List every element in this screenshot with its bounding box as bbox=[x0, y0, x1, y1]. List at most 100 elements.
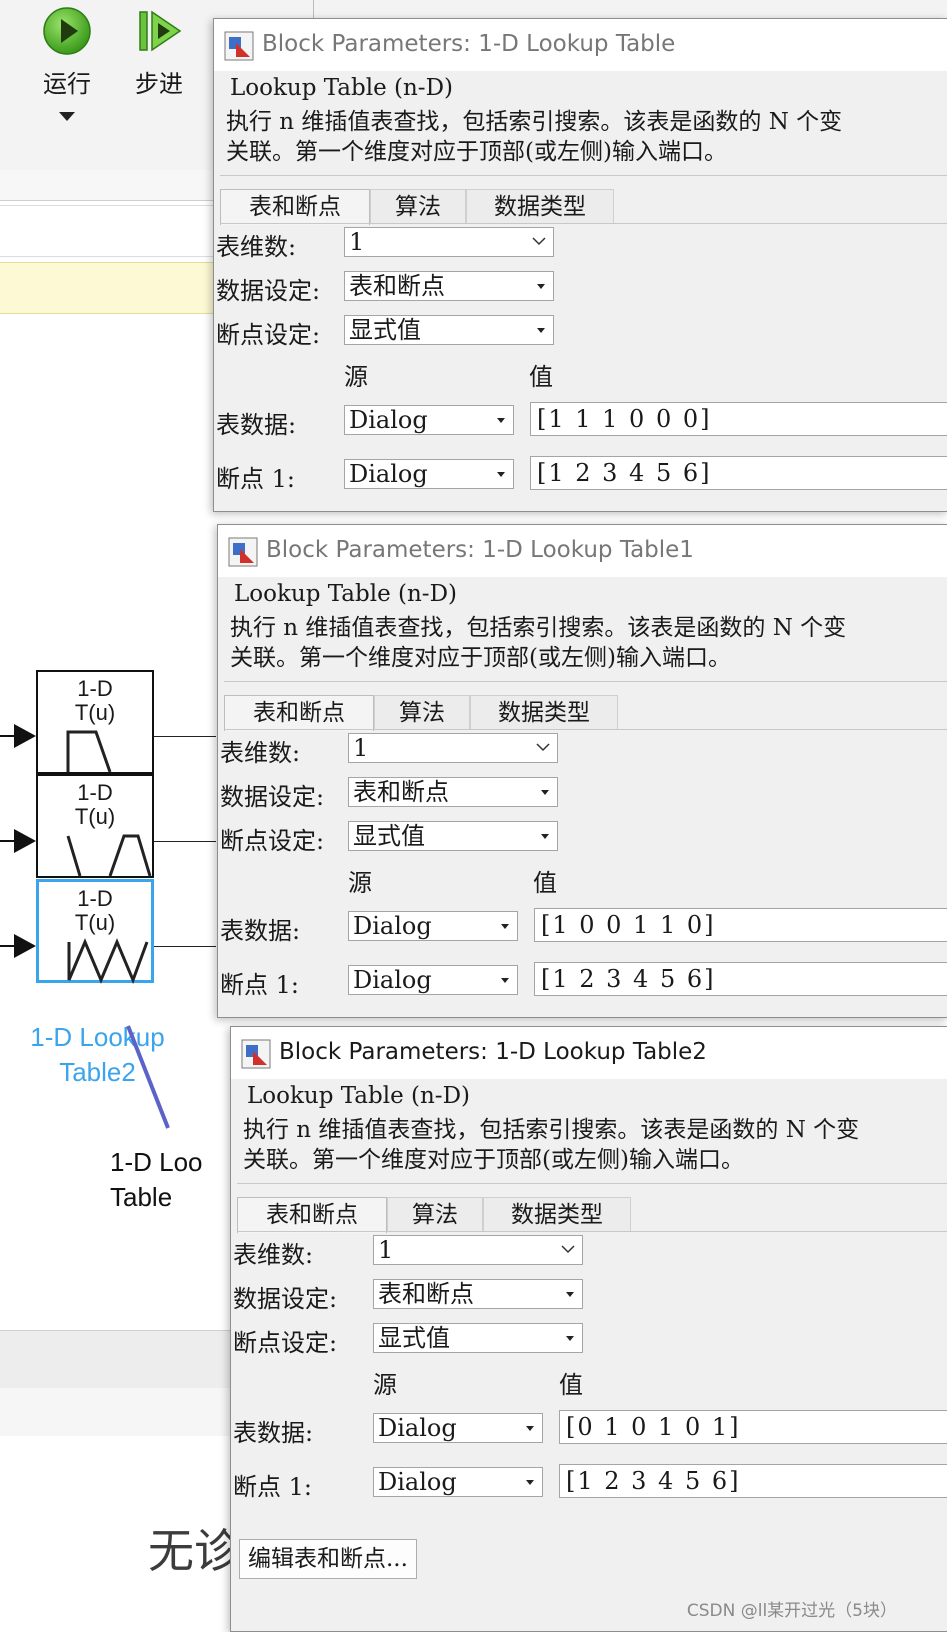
dropdown-caret-icon bbox=[566, 1292, 574, 1297]
block-params-icon bbox=[224, 31, 254, 61]
tab-data-types[interactable]: 数据类型 bbox=[466, 189, 614, 223]
data-spec-select[interactable]: 表和断点 bbox=[344, 271, 554, 301]
chevron-down-icon bbox=[561, 1245, 575, 1254]
breakpoints-input[interactable]: [1 2 3 4 5 6] bbox=[534, 962, 947, 996]
column-source-header: 源 bbox=[373, 1371, 397, 1399]
breakpoints-source-select[interactable]: Dialog bbox=[373, 1467, 543, 1497]
table-dims-label: 表维数: bbox=[233, 1241, 314, 1269]
group-title: Lookup Table (n-D) bbox=[234, 581, 457, 607]
data-spec-label: 数据设定: bbox=[233, 1285, 338, 1313]
description-line: 执行 n 维插值表查找，包括索引搜索。该表是函数的 N 个变 bbox=[243, 1117, 860, 1143]
dialog-title: Block Parameters: 1-D Lookup Table2 bbox=[279, 1039, 707, 1065]
table-data-input[interactable]: [1 1 1 0 0 0] bbox=[530, 402, 947, 436]
chevron-down-icon bbox=[536, 743, 550, 752]
tab-panel bbox=[220, 223, 947, 224]
table-data-input[interactable]: [0 1 0 1 0 1] bbox=[559, 1410, 947, 1444]
bp-spec-label: 断点设定: bbox=[220, 827, 325, 855]
description-line: 关联。第一个维度对应于顶部(或左侧)输入端口。 bbox=[226, 139, 727, 165]
tab-table-breakpoints[interactable]: 表和断点 bbox=[220, 189, 370, 225]
dropdown-caret-icon bbox=[566, 1336, 574, 1341]
divider bbox=[220, 175, 947, 176]
tab-panel bbox=[237, 1231, 947, 1232]
description-line: 关联。第一个维度对应于顶部(或左侧)输入端口。 bbox=[230, 645, 731, 671]
bp-spec-select[interactable]: 显式值 bbox=[373, 1323, 583, 1353]
tab-algorithm[interactable]: 算法 bbox=[387, 1197, 483, 1231]
group-title: Lookup Table (n-D) bbox=[247, 1083, 470, 1109]
description-line: 执行 n 维插值表查找，包括索引搜索。该表是函数的 N 个变 bbox=[226, 109, 843, 135]
chevron-down-icon bbox=[532, 237, 546, 246]
data-spec-label: 数据设定: bbox=[216, 277, 321, 305]
breakpoints-label: 断点 1: bbox=[220, 971, 299, 999]
tab-data-types[interactable]: 数据类型 bbox=[470, 695, 618, 729]
table-data-input[interactable]: [1 0 0 1 1 0] bbox=[534, 908, 947, 942]
bp-spec-select[interactable]: 显式值 bbox=[344, 315, 554, 345]
dialog-title: Block Parameters: 1-D Lookup Table bbox=[262, 31, 676, 57]
edit-table-breakpoints-button[interactable]: 编辑表和断点... bbox=[239, 1539, 417, 1579]
table-data-label: 表数据: bbox=[233, 1419, 314, 1447]
bp-spec-label: 断点设定: bbox=[216, 321, 321, 349]
tab-table-breakpoints[interactable]: 表和断点 bbox=[224, 695, 374, 731]
dropdown-caret-icon bbox=[526, 1426, 534, 1431]
breakpoints-input[interactable]: [1 2 3 4 5 6] bbox=[530, 456, 947, 490]
table-data-source-select[interactable]: Dialog bbox=[348, 911, 518, 941]
dialog-title: Block Parameters: 1-D Lookup Table1 bbox=[266, 537, 694, 563]
tab-bar: 表和断点 算法 数据类型 bbox=[237, 1197, 637, 1233]
status-panel-body bbox=[0, 1388, 230, 1436]
watermark: CSDN @ll某开过光（5块） bbox=[686, 1601, 897, 1621]
breakpoints-source-select[interactable]: Dialog bbox=[348, 965, 518, 995]
tab-table-breakpoints[interactable]: 表和断点 bbox=[237, 1197, 387, 1233]
table-data-label: 表数据: bbox=[216, 411, 297, 439]
table-data-source-select[interactable]: Dialog bbox=[344, 405, 514, 435]
table-data-label: 表数据: bbox=[220, 917, 301, 945]
annotation-line bbox=[126, 1025, 170, 1129]
tab-algorithm[interactable]: 算法 bbox=[374, 695, 470, 729]
bp-spec-select[interactable]: 显式值 bbox=[348, 821, 558, 851]
column-value-header: 值 bbox=[559, 1371, 583, 1399]
status-panel bbox=[0, 1330, 230, 1389]
dropdown-caret-icon bbox=[537, 284, 545, 289]
breakpoints-label: 断点 1: bbox=[216, 465, 295, 493]
block-parameters-dialog-active[interactable]: Block Parameters: 1-D Lookup Table2 Look… bbox=[230, 1026, 947, 1632]
column-value-header: 值 bbox=[533, 869, 557, 897]
divider bbox=[224, 681, 947, 682]
data-spec-label: 数据设定: bbox=[220, 783, 325, 811]
block-name[interactable]: 1-D Loo Table bbox=[110, 1145, 230, 1215]
column-value-header: 值 bbox=[529, 363, 553, 391]
tab-algorithm[interactable]: 算法 bbox=[370, 189, 466, 223]
description-line: 执行 n 维插值表查找，包括索引搜索。该表是函数的 N 个变 bbox=[230, 615, 847, 641]
dropdown-caret-icon bbox=[501, 978, 509, 983]
tab-bar: 表和断点 算法 数据类型 bbox=[220, 189, 620, 225]
description-line: 关联。第一个维度对应于顶部(或左侧)输入端口。 bbox=[243, 1147, 744, 1173]
tab-bar: 表和断点 算法 数据类型 bbox=[224, 695, 624, 731]
block-parameters-dialog[interactable]: Block Parameters: 1-D Lookup Table Looku… bbox=[213, 18, 947, 512]
dialog-titlebar[interactable]: Block Parameters: 1-D Lookup Table1 bbox=[218, 525, 947, 577]
dropdown-caret-icon bbox=[497, 418, 505, 423]
group-title: Lookup Table (n-D) bbox=[230, 75, 453, 101]
data-spec-select[interactable]: 表和断点 bbox=[348, 777, 558, 807]
block-params-icon bbox=[228, 537, 258, 567]
table-dims-select[interactable]: 1 bbox=[373, 1235, 583, 1265]
table-dims-label: 表维数: bbox=[220, 739, 301, 767]
breakpoints-source-select[interactable]: Dialog bbox=[344, 459, 514, 489]
table-dims-select[interactable]: 1 bbox=[344, 227, 554, 257]
tab-panel bbox=[224, 729, 947, 730]
dropdown-caret-icon bbox=[501, 924, 509, 929]
dialog-titlebar[interactable]: Block Parameters: 1-D Lookup Table bbox=[214, 19, 947, 71]
bp-spec-label: 断点设定: bbox=[233, 1329, 338, 1357]
table-dims-select[interactable]: 1 bbox=[348, 733, 558, 763]
tab-data-types[interactable]: 数据类型 bbox=[483, 1197, 631, 1231]
dialog-titlebar[interactable]: Block Parameters: 1-D Lookup Table2 bbox=[231, 1027, 947, 1079]
column-source-header: 源 bbox=[348, 869, 372, 897]
breakpoints-label: 断点 1: bbox=[233, 1473, 312, 1501]
block-parameters-dialog[interactable]: Block Parameters: 1-D Lookup Table1 Look… bbox=[217, 524, 947, 1018]
divider bbox=[237, 1183, 947, 1184]
dropdown-caret-icon bbox=[497, 472, 505, 477]
dropdown-caret-icon bbox=[537, 328, 545, 333]
data-spec-select[interactable]: 表和断点 bbox=[373, 1279, 583, 1309]
table-data-source-select[interactable]: Dialog bbox=[373, 1413, 543, 1443]
table-dims-label: 表维数: bbox=[216, 233, 297, 261]
column-source-header: 源 bbox=[344, 363, 368, 391]
dropdown-caret-icon bbox=[541, 834, 549, 839]
diagnostics-text: 无诊 bbox=[148, 1524, 240, 1578]
breakpoints-input[interactable]: [1 2 3 4 5 6] bbox=[559, 1464, 947, 1498]
